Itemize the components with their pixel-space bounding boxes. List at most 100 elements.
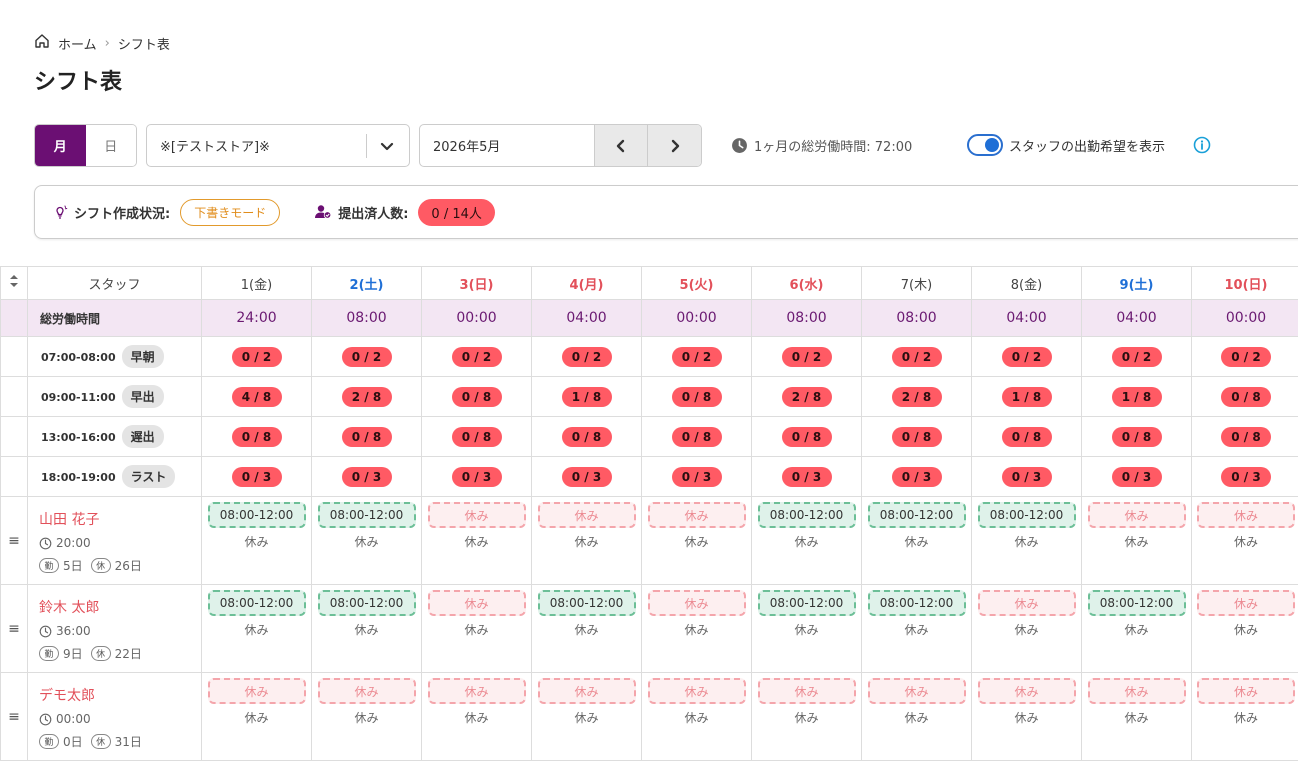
slot-cell[interactable]: 0 / 3: [201, 456, 312, 497]
prev-month-button[interactable]: [593, 125, 648, 166]
slot-cell[interactable]: 0 / 8: [641, 416, 752, 457]
day-header[interactable]: 1(金): [201, 266, 312, 300]
shift-request-chip[interactable]: 08:00-12:00: [757, 590, 856, 616]
staff-day-cell[interactable]: 08:00-12:00 休み: [861, 496, 972, 585]
slot-cell[interactable]: 0 / 8: [1081, 416, 1192, 457]
slot-cell[interactable]: 0 / 8: [201, 416, 312, 457]
day-header[interactable]: 8(金): [971, 266, 1082, 300]
shift-request-chip[interactable]: 休み: [647, 590, 746, 616]
slot-cell[interactable]: 0 / 3: [1081, 456, 1192, 497]
staff-day-cell[interactable]: 08:00-12:00 休み: [751, 584, 862, 673]
shift-request-chip[interactable]: 休み: [427, 590, 526, 616]
staff-name[interactable]: 山田 花子: [39, 509, 201, 529]
slot-cell[interactable]: 1 / 8: [971, 376, 1082, 417]
staff-day-cell[interactable]: 休み 休み: [641, 584, 752, 673]
slot-cell[interactable]: 0 / 2: [201, 336, 312, 377]
shift-request-chip[interactable]: 08:00-12:00: [537, 590, 636, 616]
staff-day-cell[interactable]: 休み 休み: [1191, 584, 1298, 673]
staff-day-cell[interactable]: 08:00-12:00 休み: [201, 584, 312, 673]
staff-day-cell[interactable]: 08:00-12:00 休み: [531, 584, 642, 673]
staff-day-cell[interactable]: 休み 休み: [531, 496, 642, 585]
staff-day-cell[interactable]: 08:00-12:00 休み: [311, 496, 422, 585]
shift-request-chip[interactable]: 休み: [537, 502, 636, 528]
staff-day-cell[interactable]: 08:00-12:00 休み: [971, 496, 1082, 585]
slot-cell[interactable]: 1 / 8: [1081, 376, 1192, 417]
slot-cell[interactable]: 0 / 2: [641, 336, 752, 377]
day-header[interactable]: 10(日): [1191, 266, 1298, 300]
day-header[interactable]: 7(木): [861, 266, 972, 300]
staff-day-cell[interactable]: 休み 休み: [531, 672, 642, 761]
shift-request-chip[interactable]: 休み: [1197, 678, 1295, 704]
shift-request-chip[interactable]: 休み: [317, 678, 416, 704]
shift-request-chip[interactable]: 08:00-12:00: [867, 590, 966, 616]
shift-request-chip[interactable]: 休み: [207, 678, 306, 704]
shift-request-chip[interactable]: 休み: [1197, 502, 1295, 528]
shift-request-chip[interactable]: 休み: [647, 678, 746, 704]
slot-cell[interactable]: 0 / 8: [641, 376, 752, 417]
slot-cell[interactable]: 0 / 8: [311, 416, 422, 457]
staff-day-cell[interactable]: 休み 休み: [861, 672, 972, 761]
slot-cell[interactable]: 2 / 8: [751, 376, 862, 417]
shift-request-chip[interactable]: 08:00-12:00: [977, 502, 1076, 528]
slot-cell[interactable]: 2 / 8: [861, 376, 972, 417]
view-month-button[interactable]: 月: [35, 125, 86, 166]
day-header[interactable]: 5(火): [641, 266, 752, 300]
shift-request-chip[interactable]: 休み: [867, 678, 966, 704]
shift-request-chip[interactable]: 休み: [1087, 678, 1186, 704]
staff-day-cell[interactable]: 休み 休み: [421, 584, 532, 673]
shift-request-chip[interactable]: 休み: [757, 678, 856, 704]
slot-cell[interactable]: 0 / 3: [751, 456, 862, 497]
staff-day-cell[interactable]: 休み 休み: [641, 496, 752, 585]
day-header[interactable]: 6(水): [751, 266, 862, 300]
drag-handle-icon[interactable]: ≡: [0, 496, 28, 585]
shift-request-chip[interactable]: 08:00-12:00: [757, 502, 856, 528]
staff-day-cell[interactable]: 08:00-12:00 休み: [1081, 584, 1192, 673]
slot-cell[interactable]: 2 / 8: [311, 376, 422, 417]
slot-cell[interactable]: 0 / 2: [1081, 336, 1192, 377]
shift-request-chip[interactable]: 休み: [977, 590, 1076, 616]
shift-request-chip[interactable]: 休み: [977, 678, 1076, 704]
staff-name[interactable]: 鈴木 太郎: [39, 597, 201, 617]
slot-cell[interactable]: 0 / 2: [861, 336, 972, 377]
slot-cell[interactable]: 0 / 2: [751, 336, 862, 377]
shift-request-chip[interactable]: 08:00-12:00: [207, 590, 306, 616]
staff-name[interactable]: デモ太郎: [39, 685, 201, 705]
drag-handle-icon[interactable]: ≡: [0, 672, 28, 761]
view-day-button[interactable]: 日: [85, 125, 136, 166]
slot-cell[interactable]: 0 / 8: [421, 416, 532, 457]
slot-cell[interactable]: 0 / 2: [971, 336, 1082, 377]
staff-day-cell[interactable]: 08:00-12:00 休み: [751, 496, 862, 585]
staff-day-cell[interactable]: 休み 休み: [641, 672, 752, 761]
slot-cell[interactable]: 1 / 8: [531, 376, 642, 417]
shift-request-chip[interactable]: 休み: [647, 502, 746, 528]
staff-day-cell[interactable]: 08:00-12:00 休み: [311, 584, 422, 673]
drag-handle-icon[interactable]: ≡: [0, 584, 28, 673]
day-header[interactable]: 3(日): [421, 266, 532, 300]
staff-day-cell[interactable]: 休み 休み: [1081, 496, 1192, 585]
staff-day-cell[interactable]: 08:00-12:00 休み: [201, 496, 312, 585]
sort-handle-header[interactable]: [0, 266, 28, 300]
shift-request-chip[interactable]: 休み: [537, 678, 636, 704]
shift-request-chip[interactable]: 休み: [427, 502, 526, 528]
slot-cell[interactable]: 0 / 3: [311, 456, 422, 497]
slot-cell[interactable]: 0 / 2: [531, 336, 642, 377]
staff-day-cell[interactable]: 休み 休み: [421, 496, 532, 585]
slot-cell[interactable]: 0 / 3: [531, 456, 642, 497]
staff-day-cell[interactable]: 休み 休み: [201, 672, 312, 761]
day-header[interactable]: 2(土): [311, 266, 422, 300]
slot-cell[interactable]: 0 / 8: [531, 416, 642, 457]
shift-request-chip[interactable]: 08:00-12:00: [207, 502, 306, 528]
shift-request-chip[interactable]: 休み: [1087, 502, 1186, 528]
next-month-button[interactable]: [647, 125, 701, 166]
staff-day-cell[interactable]: 休み 休み: [1191, 672, 1298, 761]
slot-cell[interactable]: 0 / 2: [311, 336, 422, 377]
home-icon[interactable]: [34, 33, 50, 53]
month-input[interactable]: 2026年5月: [420, 125, 594, 166]
breadcrumb-home-link[interactable]: ホーム: [58, 34, 97, 53]
shift-request-chip[interactable]: 休み: [1197, 590, 1295, 616]
slot-cell[interactable]: 0 / 3: [1191, 456, 1298, 497]
slot-cell[interactable]: 0 / 3: [421, 456, 532, 497]
staff-day-cell[interactable]: 休み 休み: [971, 672, 1082, 761]
day-header[interactable]: 4(月): [531, 266, 642, 300]
slot-cell[interactable]: 0 / 2: [1191, 336, 1298, 377]
